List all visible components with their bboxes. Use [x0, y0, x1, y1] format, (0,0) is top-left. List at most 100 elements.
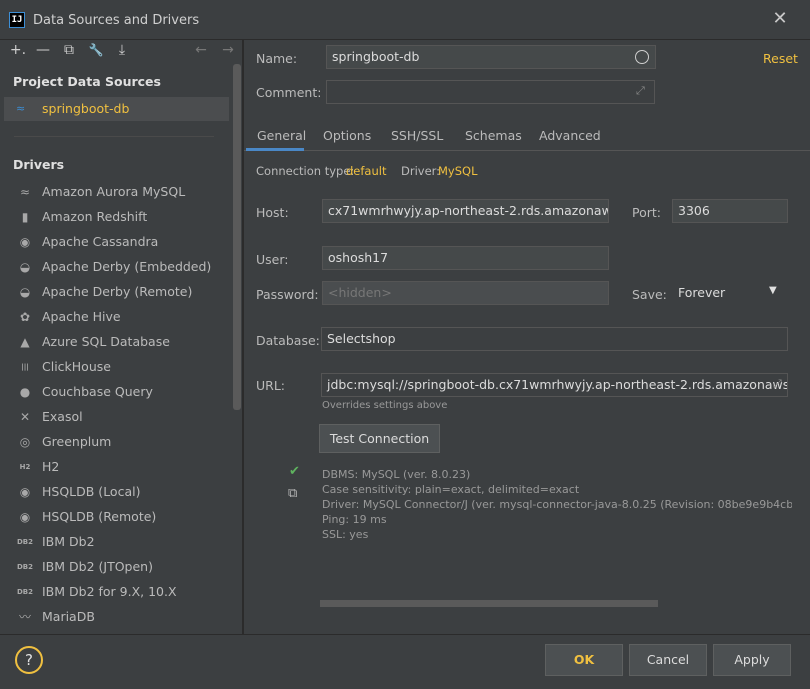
- driver-label: HSQLDB (Local): [42, 484, 141, 499]
- driver-icon: DB2: [17, 538, 34, 546]
- driver-item[interactable]: ● Couchbase Query: [0, 380, 230, 405]
- driver-icon: ▲: [20, 335, 30, 349]
- url-note: Overrides settings above: [322, 400, 448, 411]
- driver-label: Greenplum: [42, 434, 112, 449]
- cancel-button[interactable]: Cancel: [629, 644, 707, 676]
- driver-item[interactable]: H2 H2: [0, 455, 230, 480]
- driver-label: Apache Derby (Embedded): [42, 259, 212, 274]
- driver-item[interactable]: ◒ Apache Derby (Remote): [0, 280, 230, 305]
- driver-label: Driver:: [401, 164, 441, 178]
- driver-icon: ≈: [19, 185, 31, 199]
- footer-bar: ? OK Cancel Apply: [0, 634, 810, 689]
- tab-ssh-ssl[interactable]: SSH/SSL: [391, 128, 443, 143]
- ok-button[interactable]: OK: [545, 644, 623, 676]
- driver-item[interactable]: ||| ClickHouse: [0, 355, 230, 380]
- driver-icon: ▮: [21, 210, 29, 224]
- driver-label: MariaDB: [42, 609, 95, 624]
- driver-item[interactable]: DB2 IBM Db2 for 9.X, 10.X: [0, 580, 230, 605]
- driver-icon: ◉: [19, 235, 31, 249]
- color-circle-icon[interactable]: [635, 50, 649, 64]
- driver-item[interactable]: ▲ Azure SQL Database: [0, 330, 230, 355]
- comment-label: Comment:: [256, 85, 322, 100]
- driver-item[interactable]: ≈ Amazon Aurora MySQL: [0, 180, 230, 205]
- connection-type-value[interactable]: default: [346, 164, 386, 178]
- driver-item[interactable]: DB2 IBM Db2: [0, 530, 230, 555]
- expand-icon[interactable]: ⤢: [773, 377, 782, 391]
- driver-item[interactable]: 〰 MariaDB: [0, 605, 230, 630]
- scrollbar[interactable]: [233, 64, 241, 410]
- driver-icon: ◒: [19, 285, 31, 299]
- details-panel: Name: springboot-db Reset Comment: ⤢ Gen…: [244, 40, 810, 634]
- driver-icon: ◉: [19, 485, 31, 499]
- host-label: Host:: [256, 205, 289, 220]
- check-icon: ✔: [289, 464, 300, 479]
- driver-icon: 〰: [18, 610, 31, 624]
- remove-icon[interactable]: —: [33, 40, 53, 60]
- tab-schemas[interactable]: Schemas: [465, 128, 522, 143]
- driver-label: Apache Hive: [42, 309, 121, 324]
- tab-general[interactable]: General: [257, 128, 306, 143]
- result-line: Driver: MySQL Connector/J (ver. mysql-co…: [322, 498, 792, 511]
- expand-icon[interactable]: ⤢: [636, 84, 645, 98]
- driver-label: Amazon Redshift: [42, 209, 148, 224]
- forward-arrow-icon[interactable]: →: [218, 40, 238, 60]
- driver-item[interactable]: ▮ Amazon Redshift: [0, 205, 230, 230]
- driver-label: HSQLDB (Remote): [42, 509, 157, 524]
- driver-label: Apache Cassandra: [42, 234, 159, 249]
- connection-type-label: Connection type:: [256, 164, 355, 178]
- driver-item[interactable]: ◉ Apache Cassandra: [0, 230, 230, 255]
- project-item-springboot-db[interactable]: ≈ springboot-db: [4, 97, 229, 121]
- copy-icon[interactable]: ⧉: [288, 486, 297, 501]
- url-field[interactable]: jdbc:mysql://springboot-db.cx71wmrhwyjy.…: [321, 373, 788, 397]
- user-label: User:: [256, 252, 289, 267]
- driver-icon: ◉: [19, 510, 31, 524]
- left-panel: +. — ⧉ 🔧 ⤓ ← → Project Data Sources ≈ sp…: [0, 40, 243, 634]
- driver-item[interactable]: ✕ Exasol: [0, 405, 230, 430]
- driver-label: Azure SQL Database: [42, 334, 170, 349]
- port-label: Port:: [632, 205, 661, 220]
- driver-label: Couchbase Query: [42, 384, 153, 399]
- driver-value[interactable]: MySQL: [438, 164, 478, 178]
- test-connection-button[interactable]: Test Connection: [319, 424, 440, 453]
- driver-item[interactable]: ◎ Greenplum: [0, 430, 230, 455]
- driver-label: Amazon Aurora MySQL: [42, 184, 186, 199]
- reset-link[interactable]: Reset: [763, 51, 798, 66]
- driver-item[interactable]: ◒ Apache Derby (Embedded): [0, 255, 230, 280]
- drivers-header: Drivers: [13, 157, 65, 172]
- name-field[interactable]: springboot-db: [326, 45, 656, 69]
- copy-icon[interactable]: ⧉: [59, 40, 79, 60]
- driver-item[interactable]: ◉ HSQLDB (Remote): [0, 505, 230, 530]
- driver-icon: ✿: [19, 310, 31, 324]
- password-field[interactable]: <hidden>: [322, 281, 609, 305]
- host-field[interactable]: cx71wmrhwyjy.ap-northeast-2.rds.amazonaw…: [322, 199, 609, 223]
- driver-icon: ✕: [19, 410, 31, 424]
- driver-icon: |||: [21, 363, 29, 371]
- name-label: Name:: [256, 51, 298, 66]
- close-icon[interactable]: ✕: [770, 9, 790, 29]
- save-label: Save:: [632, 287, 667, 302]
- comment-field[interactable]: [326, 80, 655, 104]
- port-field[interactable]: 3306: [672, 199, 788, 223]
- tab-options[interactable]: Options: [323, 128, 371, 143]
- back-arrow-icon[interactable]: ←: [191, 40, 211, 60]
- driver-item[interactable]: ◉ HSQLDB (Local): [0, 480, 230, 505]
- driver-icon: ◎: [19, 435, 31, 449]
- database-field[interactable]: Selectshop: [321, 327, 788, 351]
- add-icon[interactable]: +.: [8, 40, 28, 60]
- wrench-icon[interactable]: 🔧: [86, 40, 106, 60]
- import-icon[interactable]: ⤓: [112, 40, 132, 60]
- apply-button[interactable]: Apply: [713, 644, 791, 676]
- chevron-down-icon[interactable]: ▼: [769, 285, 777, 296]
- driver-icon: DB2: [17, 588, 34, 596]
- user-field[interactable]: oshosh17: [322, 246, 609, 270]
- tab-advanced[interactable]: Advanced: [539, 128, 601, 143]
- help-button[interactable]: ?: [15, 646, 43, 674]
- driver-item[interactable]: ✿ Apache Hive: [0, 305, 230, 330]
- intellij-logo-icon: IJ: [9, 12, 25, 28]
- result-line: SSL: yes: [322, 528, 369, 541]
- horizontal-scrollbar[interactable]: [320, 600, 658, 607]
- result-line: DBMS: MySQL (ver. 8.0.23): [322, 468, 471, 481]
- url-label: URL:: [256, 378, 286, 393]
- driver-item[interactable]: DB2 IBM Db2 (JTOpen): [0, 555, 230, 580]
- driver-label: ClickHouse: [42, 359, 111, 374]
